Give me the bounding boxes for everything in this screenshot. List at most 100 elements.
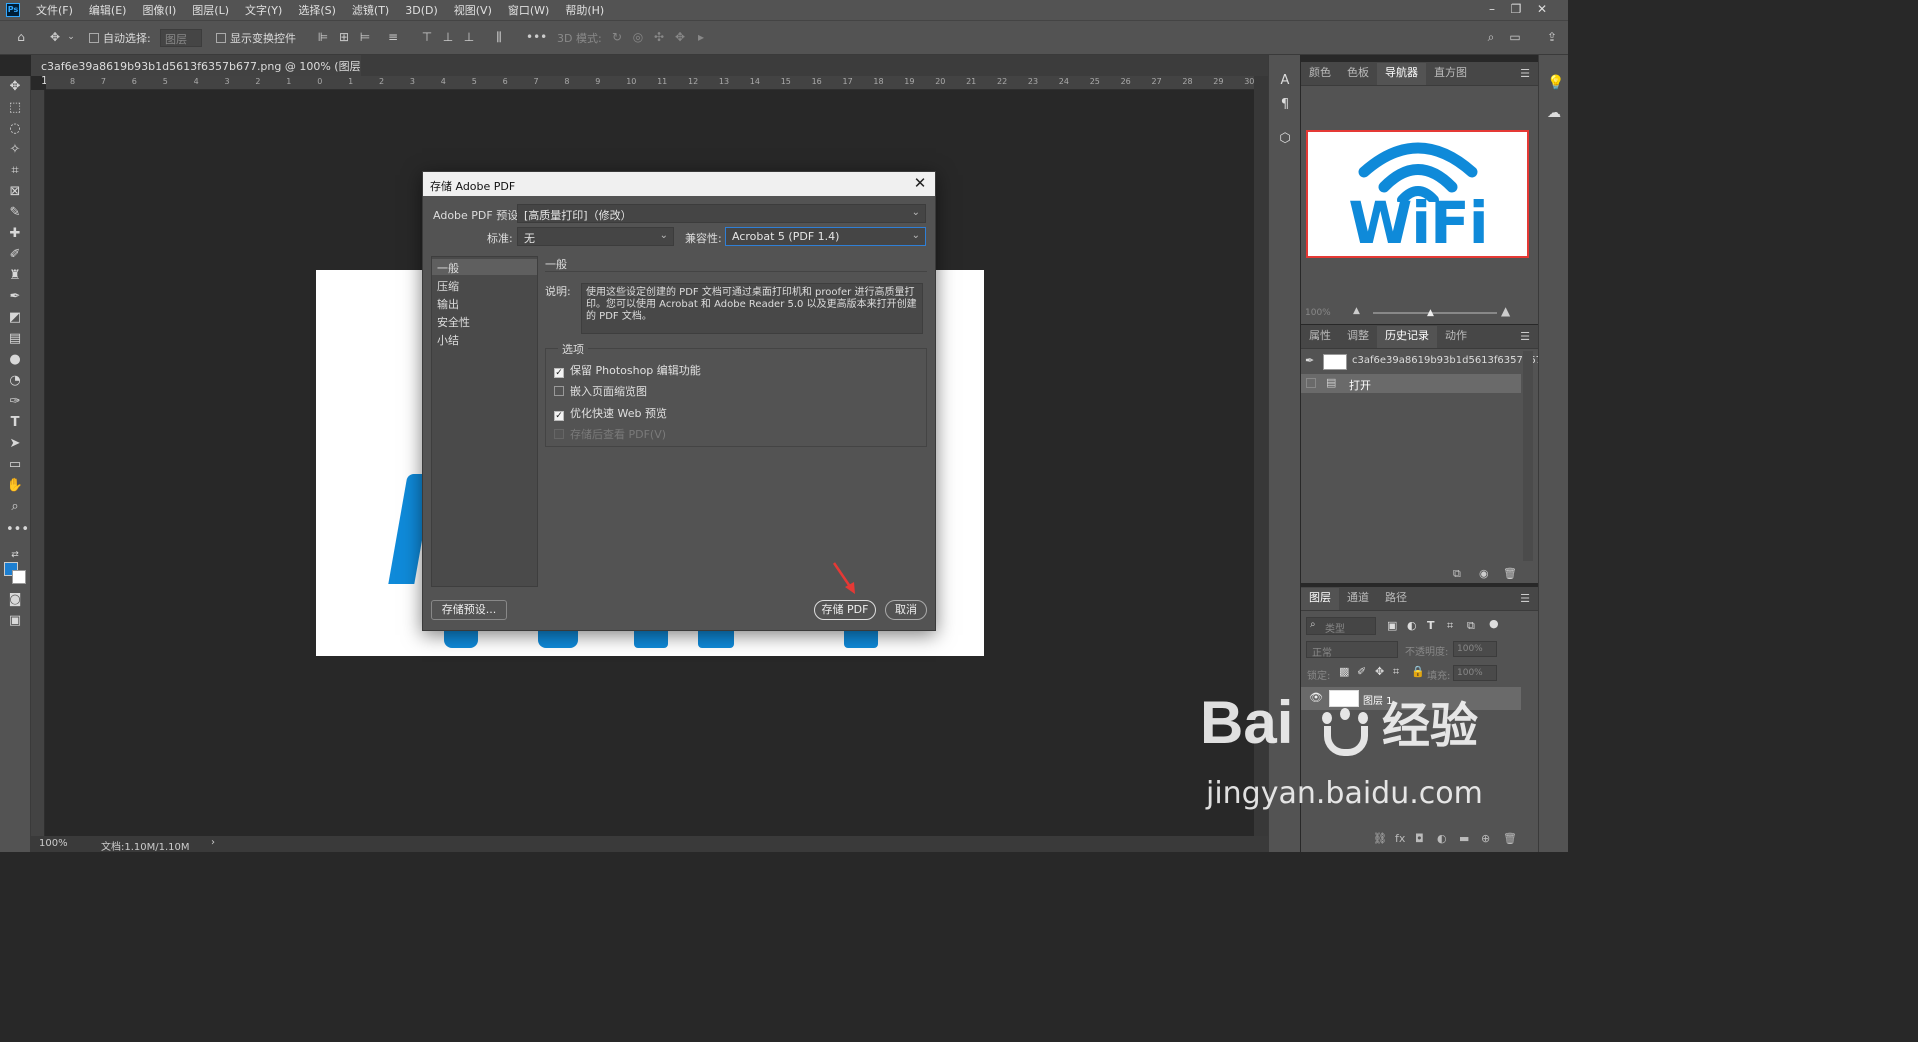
align-center-icon[interactable]: ⊞: [337, 30, 351, 44]
filter-shape-icon[interactable]: ⌗: [1447, 619, 1453, 633]
blend-mode-select[interactable]: 正常: [1306, 641, 1398, 659]
history-snapshot[interactable]: ✒ c3af6e39a8619b93b1d5613f6357b67...: [1301, 351, 1551, 373]
rectangle-tool-icon[interactable]: ▭: [6, 456, 24, 474]
compat-select[interactable]: Acrobat 5 (PDF 1.4) ⌄: [725, 227, 926, 246]
move-tool-icon[interactable]: ✥: [6, 78, 24, 96]
tab-channels[interactable]: 通道: [1339, 588, 1377, 610]
tab-actions[interactable]: 动作: [1437, 326, 1475, 348]
menu-image[interactable]: 图像(I): [134, 2, 184, 18]
home-icon[interactable]: ⌂: [14, 30, 28, 44]
category-general[interactable]: 一般: [432, 259, 537, 275]
history-brush-source-icon[interactable]: ✒: [1305, 354, 1314, 367]
zoom-tool-icon[interactable]: ⌕: [6, 498, 24, 516]
more-options-icon[interactable]: •••: [526, 30, 547, 44]
lock-artboard-icon[interactable]: ⌗: [1393, 665, 1399, 679]
auto-select-dropdown[interactable]: 图层: [160, 29, 202, 47]
align-right-icon[interactable]: ⊨: [358, 30, 372, 44]
pen-tool-icon[interactable]: ✑: [6, 393, 24, 411]
menu-3d[interactable]: 3D(D): [397, 4, 446, 17]
tab-paths[interactable]: 路径: [1377, 588, 1415, 610]
lock-image-icon[interactable]: ✐: [1357, 665, 1366, 678]
tab-history[interactable]: 历史记录: [1377, 326, 1437, 348]
workspace-icon[interactable]: ▭: [1508, 30, 1522, 44]
filter-pixel-icon[interactable]: ▣: [1387, 619, 1397, 632]
category-security[interactable]: 安全性: [432, 313, 537, 329]
3d-roll-icon[interactable]: ◎: [631, 30, 645, 44]
auto-select-toggle[interactable]: 自动选择:: [89, 30, 151, 46]
crop-tool-icon[interactable]: ⌗: [6, 162, 24, 180]
chevron-down-icon[interactable]: ⌄: [64, 30, 78, 44]
zoom-in-icon[interactable]: ▲: [1501, 304, 1510, 318]
panel-menu-icon[interactable]: ☰: [1520, 67, 1530, 80]
character-icon[interactable]: A: [1278, 73, 1292, 89]
category-output[interactable]: 输出: [432, 295, 537, 311]
3d-drag-icon[interactable]: ✣: [652, 30, 666, 44]
align-top-icon[interactable]: ⊤: [420, 30, 434, 44]
menu-filter[interactable]: 滤镜(T): [344, 2, 397, 18]
checkbox-checked-icon[interactable]: ✓: [554, 368, 564, 378]
search-icon[interactable]: ⌕: [1484, 30, 1498, 44]
zoom-slider-handle[interactable]: ▲: [1427, 308, 1434, 318]
screen-mode-icon[interactable]: ▣: [6, 612, 24, 630]
save-preset-button[interactable]: 存储预设...: [431, 600, 507, 620]
tab-color[interactable]: 颜色: [1301, 63, 1339, 85]
hand-tool-icon[interactable]: ✋: [6, 477, 24, 495]
close-window-icon[interactable]: ✕: [1530, 0, 1554, 20]
filter-toggle-icon[interactable]: ●: [1489, 617, 1499, 630]
opacity-input[interactable]: 100%: [1453, 641, 1497, 657]
menu-type[interactable]: 文字(Y): [237, 2, 290, 18]
camera-icon[interactable]: ◉: [1479, 567, 1489, 580]
path-select-icon[interactable]: ➤: [6, 435, 24, 453]
lock-position-icon[interactable]: ✥: [1375, 665, 1384, 678]
group-folder-icon[interactable]: ▬: [1459, 832, 1469, 845]
libraries-icon[interactable]: ☁: [1547, 105, 1561, 121]
delete-layer-icon[interactable]: 🗑: [1503, 832, 1517, 845]
tab-layers[interactable]: 图层: [1301, 588, 1339, 610]
eraser-tool-icon[interactable]: ◩: [6, 309, 24, 327]
menu-select[interactable]: 选择(S): [290, 2, 344, 18]
adjustment-layer-icon[interactable]: ◐: [1437, 832, 1447, 845]
menu-file[interactable]: 文件(F): [28, 2, 81, 18]
option-embed-thumbnails[interactable]: 嵌入页面缩览图: [554, 383, 647, 399]
close-icon[interactable]: ✕: [911, 174, 929, 192]
healing-brush-icon[interactable]: ✚: [6, 225, 24, 243]
frame-tool-icon[interactable]: ⊠: [6, 183, 24, 201]
panel-menu-icon[interactable]: ☰: [1520, 330, 1530, 343]
filter-type-icon[interactable]: T: [1427, 619, 1435, 632]
standard-select[interactable]: 无 ⌄: [517, 227, 674, 246]
category-summary[interactable]: 小结: [432, 331, 537, 347]
zoom-level[interactable]: 100%: [39, 838, 68, 849]
3d-cube-icon[interactable]: ⬡: [1278, 131, 1292, 147]
lock-all-icon[interactable]: 🔒: [1411, 665, 1425, 678]
3d-slide-icon[interactable]: ✥: [673, 30, 687, 44]
learn-lightbulb-icon[interactable]: 💡: [1547, 75, 1564, 91]
share-icon[interactable]: ⇪: [1545, 30, 1559, 44]
distribute-vertical-icon[interactable]: ⫼: [492, 30, 506, 44]
quick-mask-icon[interactable]: ◙: [6, 591, 24, 609]
filter-adjustment-icon[interactable]: ◐: [1407, 619, 1417, 632]
tab-adjustments[interactable]: 调整: [1339, 326, 1377, 348]
align-left-icon[interactable]: ⊫: [316, 30, 330, 44]
cancel-button[interactable]: 取消: [885, 600, 927, 620]
align-middle-icon[interactable]: ⊥: [441, 30, 455, 44]
brush-tool-icon[interactable]: ✐: [6, 246, 24, 264]
option-fast-web-view[interactable]: ✓ 优化快速 Web 预览: [554, 405, 667, 421]
category-compression[interactable]: 压缩: [432, 277, 537, 293]
lock-transparent-icon[interactable]: ▩: [1339, 665, 1349, 678]
menu-window[interactable]: 窗口(W): [500, 2, 557, 18]
move-tool-icon[interactable]: ✥: [48, 30, 62, 44]
navigator-thumbnail[interactable]: WiFi: [1306, 130, 1529, 258]
stamp-tool-icon[interactable]: ♜: [6, 267, 24, 285]
distribute-icon[interactable]: ≡: [386, 30, 400, 44]
type-tool-icon[interactable]: T: [6, 414, 24, 432]
blur-tool-icon[interactable]: ●: [6, 351, 24, 369]
menu-layer[interactable]: 图层(L): [184, 2, 237, 18]
tab-properties[interactable]: 属性: [1301, 326, 1339, 348]
eyedropper-icon[interactable]: ✎: [6, 204, 24, 222]
minimize-icon[interactable]: –: [1480, 0, 1504, 20]
panel-menu-icon[interactable]: ☰: [1520, 592, 1530, 605]
align-bottom-icon[interactable]: ⊥: [462, 30, 476, 44]
history-item[interactable]: ▤ 打开: [1301, 374, 1521, 393]
preset-select[interactable]: [高质量打印]（修改） ⌄: [517, 204, 926, 223]
magic-wand-icon[interactable]: ✧: [6, 141, 24, 159]
